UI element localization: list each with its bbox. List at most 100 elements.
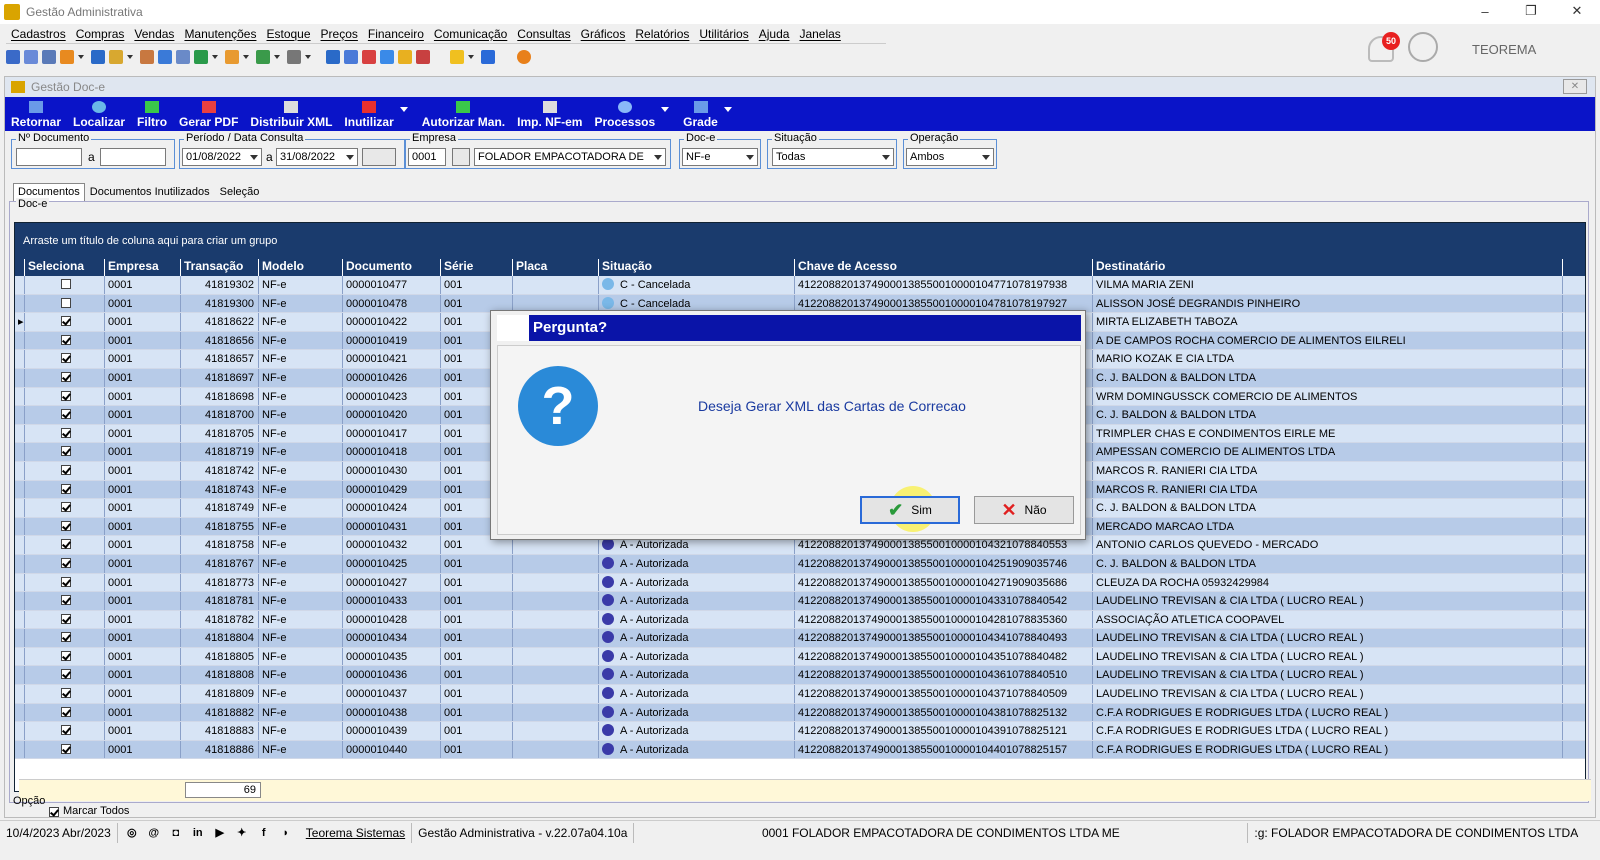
web-icon[interactable]: ◎ <box>124 825 140 841</box>
select-cell[interactable] <box>25 424 105 443</box>
select-cell[interactable] <box>25 461 105 480</box>
row-checkbox[interactable] <box>61 688 71 699</box>
table-row[interactable]: 0001 41818773 NF-e 0000010427 001 A - Autoriz… <box>15 573 1585 593</box>
yes-button[interactable]: ✔ Sim <box>860 496 960 524</box>
menu-consultas[interactable]: Consultas <box>517 27 570 41</box>
retornar-button[interactable]: Retornar <box>11 101 61 129</box>
select-cell[interactable] <box>25 592 105 610</box>
marcar-todos-checkbox[interactable]: Marcar Todos <box>49 805 129 817</box>
select-cell[interactable] <box>25 480 105 499</box>
dropdown-arrow-icon[interactable] <box>274 55 280 59</box>
clock-icon[interactable] <box>398 50 412 64</box>
close-button[interactable]: ✕ <box>1554 0 1600 22</box>
dropdown-arrow-icon[interactable] <box>305 55 311 59</box>
row-checkbox[interactable] <box>61 427 71 438</box>
table-row[interactable]: 0001 41818886 NF-e 0000010440 001 A - Autoriz… <box>15 740 1585 760</box>
row-checkbox[interactable] <box>61 725 71 736</box>
periodo-from-input[interactable]: 01/08/2022 <box>182 148 262 166</box>
user-avatar-icon[interactable] <box>1408 32 1438 62</box>
table-row[interactable]: 0001 41818767 NF-e 0000010425 001 A - Autoriz… <box>15 554 1585 574</box>
users-icon[interactable] <box>24 50 38 64</box>
select-cell[interactable] <box>25 499 105 517</box>
localizar-button[interactable]: Localizar <box>73 101 125 129</box>
save-icon[interactable] <box>6 50 20 64</box>
column-header[interactable]: Destinatário <box>1093 259 1563 276</box>
inutilizar-button[interactable]: Inutilizar <box>344 101 394 129</box>
restore-button[interactable]: ❐ <box>1508 0 1554 22</box>
periodo-to-input[interactable]: 31/08/2022 <box>276 148 358 166</box>
calendar-red-icon[interactable] <box>362 50 376 64</box>
cart-icon[interactable] <box>194 50 208 64</box>
list-icon[interactable] <box>60 50 74 64</box>
menu-comunicação[interactable]: Comunicação <box>434 27 507 41</box>
row-checkbox[interactable] <box>61 632 71 643</box>
select-cell[interactable] <box>25 406 105 424</box>
dropdown-arrow-icon[interactable] <box>243 55 249 59</box>
row-checkbox[interactable] <box>61 371 71 382</box>
menu-manutenções[interactable]: Manutenções <box>184 27 256 41</box>
card-icon[interactable] <box>42 50 56 64</box>
grade-button[interactable]: Grade <box>683 101 718 129</box>
table-row[interactable]: 0001 41818782 NF-e 0000010428 001 A - Autoriz… <box>15 610 1585 630</box>
documento-to-input[interactable] <box>100 148 166 166</box>
globe-icon[interactable] <box>380 50 394 64</box>
star-icon[interactable] <box>450 50 464 64</box>
email-icon[interactable]: @ <box>146 825 162 841</box>
row-checkbox[interactable] <box>61 650 71 661</box>
printer-icon[interactable] <box>287 50 301 64</box>
calendar-button[interactable] <box>362 148 396 166</box>
facebook-icon[interactable]: f <box>256 825 272 841</box>
row-checkbox[interactable] <box>61 576 71 587</box>
empresa-code-input[interactable]: 0001 <box>408 148 446 166</box>
exit-icon[interactable] <box>481 50 495 64</box>
select-cell[interactable] <box>25 313 105 331</box>
imp-nfem-button[interactable]: Imp. NF-em <box>517 101 582 129</box>
person-icon[interactable] <box>140 50 154 64</box>
column-header[interactable]: Modelo <box>259 259 343 276</box>
row-checkbox[interactable] <box>61 502 71 513</box>
select-cell[interactable] <box>25 666 105 685</box>
table-row[interactable]: 0001 41818882 NF-e 0000010438 001 A - Autoriz… <box>15 703 1585 723</box>
row-checkbox[interactable] <box>61 279 71 289</box>
calendar-icon[interactable] <box>344 50 358 64</box>
row-checkbox[interactable] <box>61 613 71 624</box>
row-checkbox[interactable] <box>61 557 71 568</box>
select-cell[interactable] <box>25 740 105 759</box>
row-checkbox[interactable] <box>61 297 71 308</box>
documento-from-input[interactable] <box>16 148 82 166</box>
dropdown-arrow-icon[interactable] <box>723 106 732 112</box>
menu-utilitários[interactable]: Utilitários <box>699 27 748 41</box>
select-cell[interactable] <box>25 703 105 722</box>
select-cell[interactable] <box>25 387 105 406</box>
filtro-button[interactable]: Filtro <box>137 101 167 129</box>
select-cell[interactable] <box>25 647 105 666</box>
row-checkbox[interactable] <box>61 316 71 327</box>
dropdown-arrow-icon[interactable] <box>212 55 218 59</box>
table-row[interactable]: 0001 41818883 NF-e 0000010439 001 A - Autoriz… <box>15 722 1585 741</box>
row-checkbox[interactable] <box>61 353 71 364</box>
column-header[interactable]: Chave de Acesso <box>795 259 1093 276</box>
table-row[interactable]: 0001 41818781 NF-e 0000010433 001 A - Autoriz… <box>15 592 1585 611</box>
row-checkbox[interactable] <box>61 464 71 475</box>
select-cell[interactable] <box>25 610 105 629</box>
row-checkbox[interactable] <box>61 706 71 717</box>
package-icon[interactable] <box>225 50 239 64</box>
row-checkbox[interactable] <box>61 483 71 494</box>
select-cell[interactable] <box>25 573 105 592</box>
table-row[interactable]: 0001 41818808 NF-e 0000010436 001 A - Autoriz… <box>15 666 1585 686</box>
column-header[interactable]: Documento <box>343 259 441 276</box>
table-row[interactable]: 0001 41818809 NF-e 0000010437 001 A - Autoriz… <box>15 685 1585 704</box>
select-cell[interactable] <box>25 294 105 313</box>
menu-relatórios[interactable]: Relatórios <box>635 27 689 41</box>
row-checkbox[interactable] <box>61 520 71 531</box>
tab-documentos-inutilizados[interactable]: Documentos Inutilizados <box>85 183 215 201</box>
row-checkbox[interactable] <box>61 743 71 754</box>
select-cell[interactable] <box>25 554 105 573</box>
empresa-select[interactable]: FOLADOR EMPACOTADORA DE CONI <box>474 148 666 166</box>
row-checkbox[interactable] <box>61 539 71 550</box>
tab-selecao[interactable]: Seleção <box>215 183 265 201</box>
dropdown-arrow-icon[interactable] <box>468 55 474 59</box>
row-checkbox[interactable] <box>61 390 71 401</box>
menu-gráficos[interactable]: Gráficos <box>581 27 626 41</box>
youtube-icon[interactable]: ▶ <box>212 825 228 841</box>
